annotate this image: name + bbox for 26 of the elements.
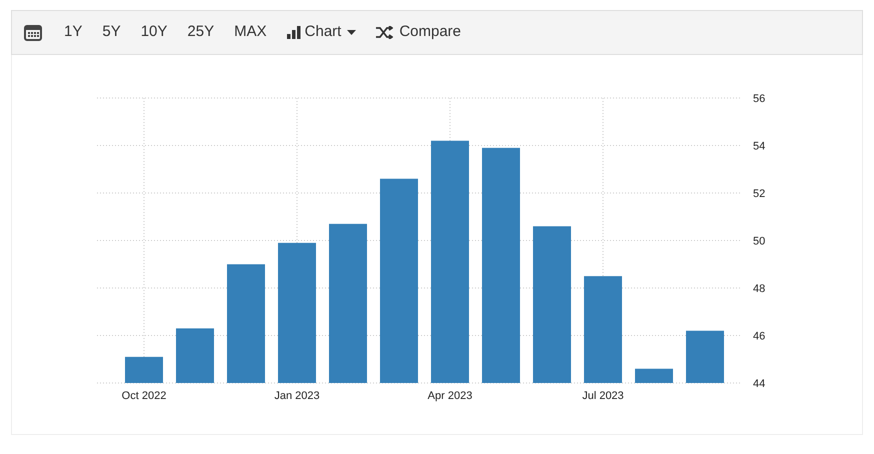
bar	[686, 330, 724, 383]
bar-chart-icon	[286, 26, 301, 39]
calendar-icon[interactable]	[22, 24, 44, 40]
shuffle-icon	[376, 26, 394, 39]
bar	[176, 328, 214, 383]
range-button[interactable]: 10Y	[132, 17, 176, 48]
range-button[interactable]: 25Y	[179, 17, 222, 48]
y-axis-label: 46	[753, 330, 766, 342]
y-axis-label: 56	[753, 93, 766, 105]
y-axis-label: 50	[753, 236, 766, 248]
chart-type-dropdown[interactable]: Chart	[278, 17, 364, 48]
y-axis-label: 48	[753, 283, 766, 295]
range-button[interactable]: MAX	[226, 17, 275, 48]
y-axis-label: 54	[753, 140, 766, 152]
x-axis-label: Jan 2023	[274, 390, 320, 402]
bar	[125, 356, 163, 383]
y-axis-label: 44	[753, 378, 766, 390]
x-axis-label: Jul 2023	[582, 390, 624, 402]
bar	[635, 368, 673, 383]
x-axis-label: Apr 2023	[428, 390, 472, 402]
x-axis-label: Oct 2022	[122, 390, 166, 402]
range-button[interactable]: 1Y	[56, 17, 90, 48]
compare-button[interactable]: Compare	[368, 17, 470, 48]
y-axis-label: 52	[753, 188, 766, 200]
caret-icon	[347, 30, 356, 35]
range-button[interactable]: 5Y	[94, 17, 129, 48]
